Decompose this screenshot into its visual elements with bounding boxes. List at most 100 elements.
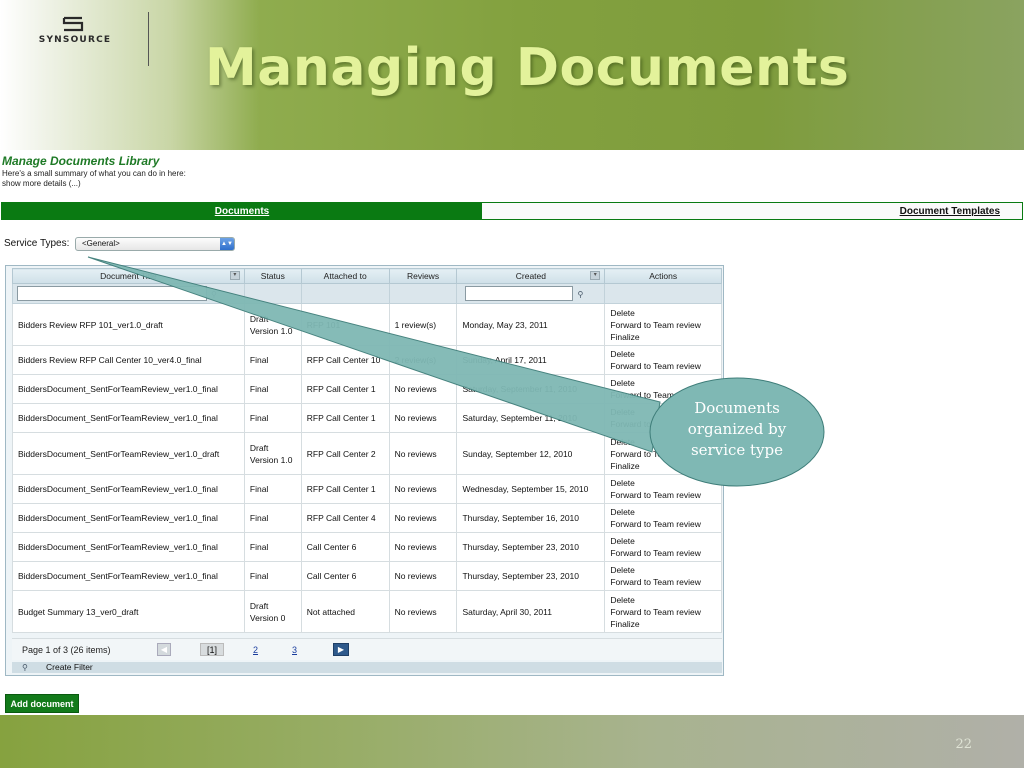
table-row: BiddersDocument_SentForTeamReview_ver1.0… [12, 432, 722, 475]
logo-mark-icon [62, 16, 84, 32]
service-types-select[interactable]: <General> ▲▼ [75, 237, 235, 251]
reviews-count: No reviews [394, 484, 437, 494]
finalize-action-link[interactable]: Finalize [610, 460, 716, 472]
cell-status: Draft Version 1.0 [243, 432, 302, 475]
cell-document-title: BiddersDocument_SentForTeamReview_ver1.0… [12, 432, 245, 475]
title-filter-input[interactable] [17, 286, 207, 301]
delete-action-link[interactable]: Delete [610, 594, 716, 606]
cell-status: Final [243, 345, 302, 375]
cell-reviews: No reviews [388, 403, 458, 433]
column-attached-to[interactable]: Attached to [300, 268, 390, 284]
cell-reviews: No reviews [388, 432, 458, 475]
column-created[interactable]: Created ▾ [456, 268, 606, 284]
pager-next-button[interactable]: ▶ [333, 643, 349, 656]
status-line: Draft [249, 313, 269, 324]
cell-status: Draft Version 1.0 [243, 303, 302, 346]
service-types-selected: <General> [82, 239, 120, 248]
finalize-action-link[interactable]: Finalize [610, 331, 716, 343]
table-row: Budget Summary 13_ver0_draft Draft Version… [12, 590, 722, 633]
cell-reviews: 2 review(s) [388, 345, 458, 375]
cell-attached-to: Call Center 6 [300, 561, 390, 591]
attached-to: RFP Call Center 1 [306, 413, 376, 423]
column-menu-icon[interactable]: ▾ [590, 271, 601, 280]
create-filter-bar[interactable]: ⚲ Create Filter [12, 662, 722, 673]
cell-actions: Delete Forward to Team review [604, 474, 722, 504]
reviews-count: No reviews [394, 448, 437, 459]
document-title: BiddersDocument_SentForTeamReview_ver1.0… [18, 448, 220, 459]
table-row: BiddersDocument_SentForTeamReview_ver1.0… [12, 561, 722, 591]
cell-actions: Delete Forward to Team review Finalize [604, 590, 722, 633]
column-document-title[interactable]: Document Title ▾ [12, 268, 245, 284]
status-line: Version 1.0 [249, 454, 293, 465]
cell-actions: Delete Forward to Team review [604, 345, 722, 375]
cell-status: Final [243, 532, 302, 562]
cell-document-title: BiddersDocument_SentForTeamReview_ver1.0… [12, 503, 245, 533]
column-status[interactable]: Status [243, 268, 302, 284]
cell-status: Final [243, 561, 302, 591]
created-date: Saturday, September 11, 2010 [462, 413, 577, 423]
pager-page-2[interactable]: 2 [253, 645, 258, 655]
document-title: BiddersDocument_SentForTeamReview_ver1.0… [18, 384, 218, 394]
forward-to-team-review-action-link[interactable]: Forward to Team review [610, 606, 716, 618]
callout-line: Documents [694, 399, 780, 417]
delete-action-link[interactable]: Delete [610, 348, 716, 360]
created-date: Sunday, April 17, 2011 [462, 355, 547, 365]
delete-action-link[interactable]: Delete [610, 377, 716, 389]
table-row: BiddersDocument_SentForTeamReview_ver1.0… [12, 532, 722, 562]
cell-created: Thursday, September 16, 2010 [456, 503, 606, 533]
attached-to: Call Center 6 [306, 571, 357, 581]
attached-to: Not attached [306, 606, 355, 617]
column-reviews[interactable]: Reviews [388, 268, 458, 284]
delete-action-link[interactable]: Delete [610, 506, 716, 518]
pager-page-3[interactable]: 3 [292, 645, 297, 655]
delete-action-link[interactable]: Delete [610, 307, 716, 319]
forward-to-team-review-action-link[interactable]: Forward to Team review [610, 518, 716, 530]
grid-pager: Page 1 of 3 (26 items) ◀ [1] 2 3 ▶ [12, 638, 722, 660]
column-menu-icon[interactable]: ▾ [229, 271, 240, 280]
document-title: Bidders Review RFP Call Center 10_ver4.0… [18, 355, 202, 365]
forward-to-team-review-action-link[interactable]: Forward to Team review [610, 576, 716, 588]
forward-to-team-review-action-link[interactable]: Forward to Team review [610, 547, 716, 559]
show-more-details-link[interactable]: show more details (...) [2, 179, 81, 188]
finalize-action-link[interactable]: Finalize [610, 618, 716, 630]
attached-to: RFP Call Center 10 [306, 355, 381, 365]
tab-documents[interactable]: Documents [2, 203, 482, 219]
delete-action-link[interactable]: Delete [610, 535, 716, 547]
logo-divider [148, 12, 149, 66]
cell-actions: Delete Forward to Team review [604, 532, 722, 562]
filter-icon[interactable]: ⚲ [211, 289, 220, 299]
delete-action-link[interactable]: Delete [610, 564, 716, 576]
cell-attached-to: RFP Call Center 1 [300, 474, 390, 504]
cell-created: Saturday, September 11, 2010 [456, 374, 606, 404]
cell-document-title: Budget Summary 13_ver0_draft [12, 590, 245, 633]
forward-to-team-review-action-link[interactable]: Forward to Team review [610, 319, 716, 331]
cell-reviews: No reviews [388, 503, 458, 533]
forward-to-team-review-action-link[interactable]: Forward to Team review [610, 489, 716, 501]
add-document-button[interactable]: Add document [5, 694, 79, 713]
pager-info: Page 1 of 3 (26 items) [22, 645, 111, 655]
cell-status: Final [243, 374, 302, 404]
cell-reviews: No reviews [388, 532, 458, 562]
cell-reviews: 1 review(s) [388, 303, 458, 346]
cell-created: Wednesday, September 15, 2010 [456, 474, 606, 504]
delete-action-link[interactable]: Delete [610, 477, 716, 489]
filter-icon[interactable]: ⚲ [577, 289, 586, 299]
cell-status: Final [243, 503, 302, 533]
pager-current-page: [1] [200, 643, 224, 656]
reviews-count: 2 review(s) [394, 355, 437, 365]
documents-table: Document Title ▾ Status Attached to Revie… [12, 268, 722, 633]
created-date: Saturday, September 11, 2010 [462, 384, 577, 394]
attached-to: RFP Call Center 4 [306, 513, 376, 523]
attached-to: RFP Call Center 1 [306, 484, 376, 494]
reviews-count: 1 review(s) [394, 319, 437, 330]
document-title: BiddersDocument_SentForTeamReview_ver1.0… [18, 571, 218, 581]
reviews-count: No reviews [394, 384, 437, 394]
slide-title: Managing Documents [205, 38, 850, 98]
created-filter-input[interactable] [465, 286, 574, 301]
cell-reviews: No reviews [388, 561, 458, 591]
forward-to-team-review-action-link[interactable]: Forward to Team review [610, 360, 716, 372]
cell-status: Final [243, 403, 302, 433]
column-actions: Actions [604, 268, 722, 284]
pager-prev-button[interactable]: ◀ [157, 643, 171, 656]
tab-document-templates[interactable]: Document Templates [482, 203, 1022, 219]
